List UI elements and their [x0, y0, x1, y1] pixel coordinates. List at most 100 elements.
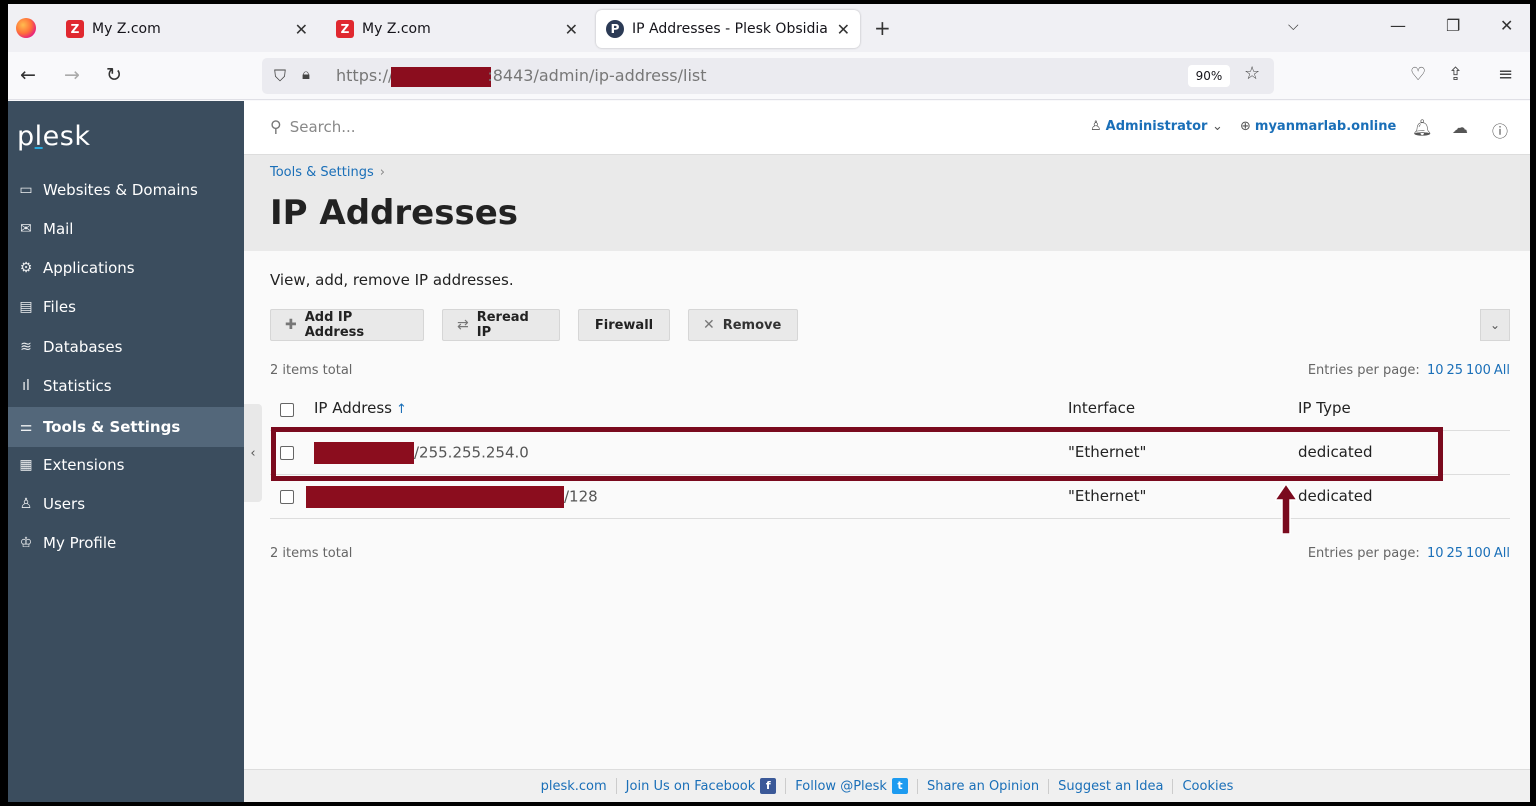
- bookmark-star-icon[interactable]: ☆: [1244, 63, 1260, 84]
- column-header-interface[interactable]: Interface: [1068, 399, 1135, 417]
- sidebar-item-mail[interactable]: ✉ Mail: [8, 211, 244, 247]
- close-icon[interactable]: ✕: [295, 20, 308, 39]
- column-header-ip-type[interactable]: IP Type: [1298, 399, 1351, 417]
- select-all-checkbox[interactable]: [280, 403, 294, 417]
- chevron-down-icon[interactable]: ⌵: [1288, 18, 1299, 34]
- facebook-icon: f: [760, 778, 777, 794]
- help-icon[interactable]: ⓘ: [1492, 118, 1508, 142]
- reload-icon[interactable]: ↻: [106, 64, 122, 86]
- entries-option-10[interactable]: 10: [1427, 363, 1444, 378]
- column-label: IP Address: [314, 399, 392, 417]
- pocket-icon[interactable]: ♡: [1410, 64, 1426, 85]
- firewall-button[interactable]: Firewall: [578, 309, 670, 341]
- profile-icon: ♔: [19, 535, 33, 551]
- notifications-icon[interactable]: 🔔︎: [1412, 118, 1432, 137]
- entries-per-page-bottom: Entries per page: 10 25 100 All: [1308, 546, 1510, 561]
- browser-window: Z My Z.com ✕ Z My Z.com ✕ P IP Addresses…: [8, 4, 1530, 802]
- browser-tab-2[interactable]: Z My Z.com ✕: [326, 10, 588, 48]
- minimize-icon[interactable]: —: [1390, 16, 1406, 35]
- items-total-bottom: 2 items total: [270, 546, 353, 561]
- plus-icon: ✚: [285, 317, 297, 333]
- menu-icon[interactable]: ≡: [1498, 64, 1513, 85]
- chevron-down-icon: ⌄: [1211, 119, 1223, 134]
- sidebar-item-my-profile[interactable]: ♔ My Profile: [8, 525, 244, 561]
- footer-link-opinion[interactable]: Share an Opinion: [916, 778, 1048, 794]
- button-label: Remove: [722, 317, 782, 333]
- address-bar[interactable]: ⛉ 🔒︎ https://:8443/admin/ip-address/list…: [262, 58, 1274, 94]
- breadcrumb-link[interactable]: Tools & Settings: [270, 165, 374, 180]
- restore-icon[interactable]: ❐: [1446, 16, 1460, 35]
- sidebar-item-tools-settings[interactable]: ⚌ Tools & Settings: [8, 407, 244, 447]
- url-text[interactable]: https://:8443/admin/ip-address/list: [336, 66, 707, 87]
- footer-link-label: Join Us on Facebook: [625, 778, 756, 794]
- footer-link-plesk[interactable]: plesk.com: [532, 779, 616, 794]
- remove-button[interactable]: ✕ Remove: [688, 309, 798, 341]
- entries-option-all[interactable]: All: [1494, 546, 1510, 561]
- entries-option-all[interactable]: All: [1494, 363, 1510, 378]
- tab-title: My Z.com: [92, 21, 161, 37]
- entries-option-25[interactable]: 25: [1447, 546, 1464, 561]
- entries-label: Entries per page:: [1307, 363, 1420, 378]
- globe-icon: ⊕: [1240, 119, 1251, 134]
- sidebar-item-files[interactable]: ▤ Files: [8, 289, 244, 325]
- sidebar-item-databases[interactable]: ≋ Databases: [8, 329, 244, 365]
- back-arrow-icon[interactable]: ←: [20, 64, 36, 86]
- search-input[interactable]: ⚲ Search...: [270, 117, 356, 136]
- tab-title: IP Addresses - Plesk Obsidian 18: [632, 21, 829, 37]
- entries-option-25[interactable]: 25: [1447, 363, 1464, 378]
- domain-link[interactable]: ⊕ myanmarlab.online: [1240, 119, 1396, 134]
- footer-link-twitter[interactable]: Follow @Plesk t: [785, 778, 917, 794]
- ip-type-cell: dedicated: [1298, 487, 1373, 505]
- sidebar-item-label: Mail: [43, 220, 74, 238]
- sidebar: plesk ▭ Websites & Domains ✉ Mail ⚙ Applica…: [8, 101, 244, 802]
- sidebar-item-statistics[interactable]: ıl Statistics: [8, 368, 244, 404]
- footer-link-facebook[interactable]: Join Us on Facebook f: [615, 778, 786, 794]
- remove-icon: ✕: [703, 317, 715, 333]
- navigation-bar: ← → ↻ ⛉ 🔒︎ https://:8443/admin/ip-addres…: [8, 52, 1530, 100]
- zoom-level[interactable]: 90%: [1188, 65, 1230, 87]
- domain-name: myanmarlab.online: [1254, 119, 1397, 134]
- sidebar-item-users[interactable]: ♙ Users: [8, 486, 244, 522]
- sidebar-item-websites-domains[interactable]: ▭ Websites & Domains: [8, 172, 244, 208]
- sliders-icon: ⚌: [19, 419, 33, 435]
- browser-tab-active[interactable]: P IP Addresses - Plesk Obsidian 18 ✕: [596, 10, 860, 48]
- forward-arrow-icon[interactable]: →: [64, 64, 80, 86]
- shield-icon[interactable]: ⛉: [274, 66, 286, 86]
- footer-link-suggest[interactable]: Suggest an Idea: [1048, 778, 1172, 794]
- breadcrumb[interactable]: Tools & Settings ›: [270, 165, 385, 180]
- close-icon[interactable]: ✕: [837, 20, 850, 39]
- user-menu[interactable]: ♙ Administrator ⌄: [1090, 119, 1223, 134]
- ip-address-cell[interactable]: /128: [306, 486, 598, 508]
- reread-ip-button[interactable]: ⇄ Reread IP: [442, 309, 560, 341]
- more-options-button[interactable]: ⌄: [1480, 309, 1510, 341]
- sidebar-collapse-button[interactable]: ‹: [244, 404, 262, 502]
- sidebar-item-extensions[interactable]: ▦ Extensions: [8, 447, 244, 483]
- close-icon[interactable]: ✕: [565, 20, 578, 39]
- sidebar-item-label: Files: [43, 298, 76, 316]
- lock-icon[interactable]: 🔒︎: [302, 65, 310, 83]
- entries-option-100[interactable]: 100: [1466, 546, 1491, 561]
- column-header-ip-address[interactable]: IP Address ↑: [314, 399, 407, 417]
- footer-link-cookies[interactable]: Cookies: [1172, 778, 1242, 794]
- folder-icon: ▤: [19, 299, 33, 315]
- entries-per-page: Entries per page: 10 25 100 All: [1308, 363, 1510, 378]
- browser-tab-1[interactable]: Z My Z.com ✕: [56, 10, 318, 48]
- page-title: IP Addresses: [270, 193, 518, 233]
- entries-option-10[interactable]: 10: [1427, 546, 1444, 561]
- grid-icon: ▦: [19, 457, 33, 473]
- firefox-logo-icon[interactable]: [16, 18, 36, 38]
- tab-title: My Z.com: [362, 21, 431, 37]
- cloud-icon[interactable]: ☁: [1452, 118, 1468, 137]
- plesk-logo[interactable]: plesk: [17, 121, 90, 152]
- row-checkbox[interactable]: [280, 490, 294, 504]
- new-tab-icon[interactable]: +: [874, 16, 891, 40]
- redacted-ip: [306, 486, 564, 508]
- share-icon[interactable]: ⇪: [1448, 64, 1463, 85]
- sidebar-item-applications[interactable]: ⚙ Applications: [8, 250, 244, 286]
- window-close-icon[interactable]: ✕: [1500, 16, 1513, 35]
- zcom-favicon-icon: Z: [66, 20, 84, 38]
- button-label: Add IP Address: [304, 310, 365, 340]
- entries-option-100[interactable]: 100: [1466, 363, 1491, 378]
- page-header: Tools & Settings › IP Addresses: [244, 155, 1530, 251]
- add-ip-address-button[interactable]: ✚ Add IP Address: [270, 309, 424, 341]
